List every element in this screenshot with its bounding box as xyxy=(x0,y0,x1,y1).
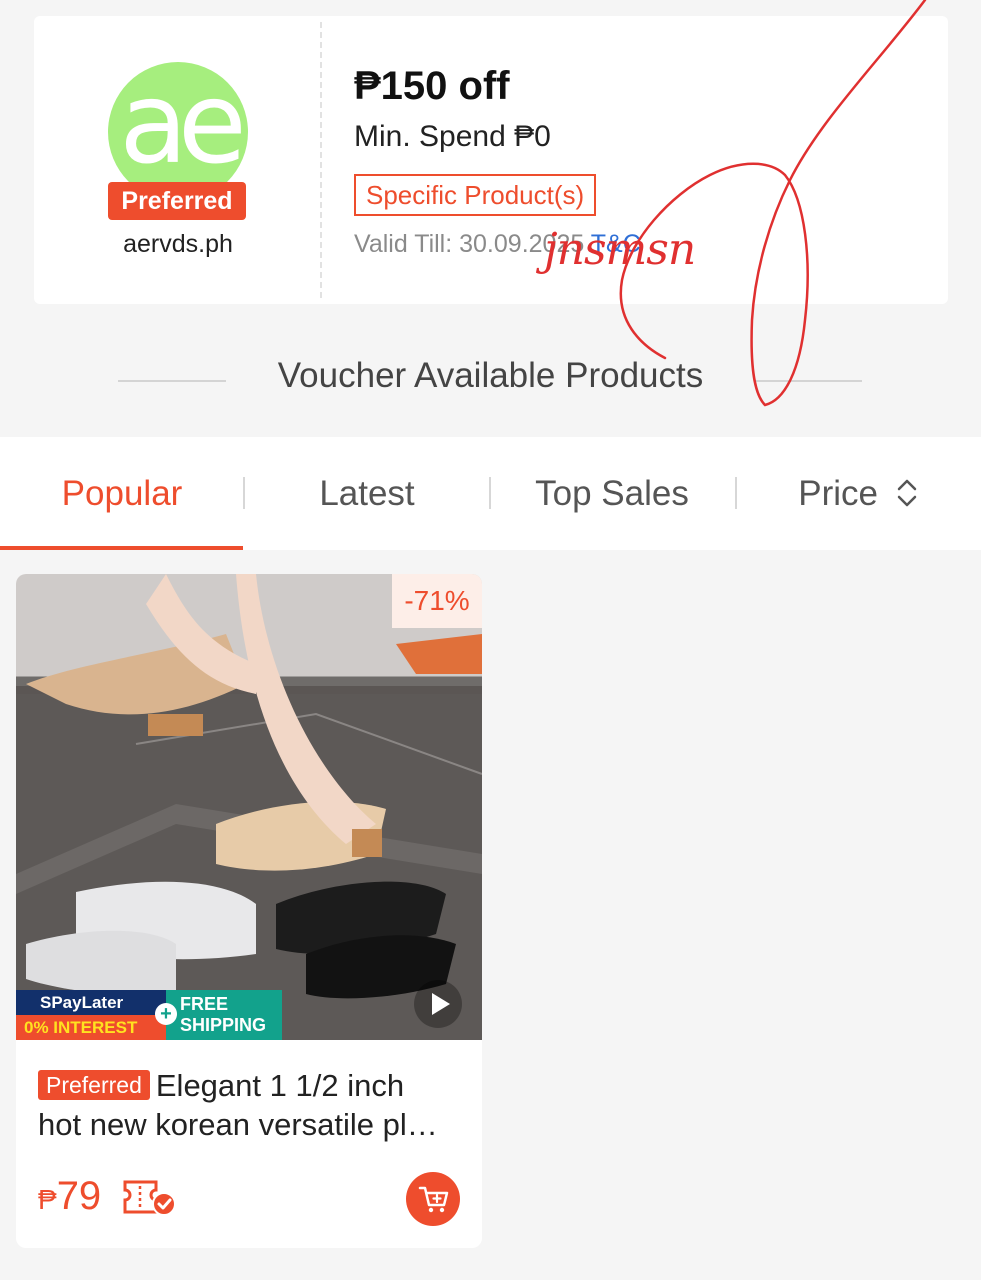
free-shipping-line2: SHIPPING xyxy=(180,1015,267,1035)
price-value: 79 xyxy=(56,1174,102,1218)
free-shipping-line1: FREE xyxy=(180,994,229,1014)
product-card[interactable]: -71% SPayLater 0% INTEREST FREE SHIPPING… xyxy=(16,574,482,1248)
discount-badge: -71% xyxy=(392,574,482,628)
voucher-min-spend: Min. Spend ₱0 xyxy=(354,120,551,153)
tab-popular[interactable]: Popular xyxy=(0,437,244,550)
product-photo-illustration xyxy=(16,574,482,1040)
product-price: ₱79 xyxy=(38,1174,101,1219)
plus-icon: + xyxy=(155,1003,177,1025)
add-to-cart-button[interactable] xyxy=(406,1172,460,1226)
shop-logo-text: ae xyxy=(119,62,247,189)
tab-separator xyxy=(489,477,491,509)
product-title[interactable]: Preferred Elegant 1 1/2 inch hot new kore… xyxy=(38,1066,464,1144)
free-shipping-badge: FREE SHIPPING xyxy=(166,990,282,1040)
product-title-line2: hot new korean versatile pl… xyxy=(38,1107,438,1142)
voucher-card: ae Preferred aervds.ph ₱150 off Min. Spe… xyxy=(28,16,948,304)
sort-icon xyxy=(897,479,916,506)
section-title: Voucher Available Products xyxy=(277,356,704,395)
voucher-discount-title: ₱150 off xyxy=(354,64,510,108)
tab-separator xyxy=(735,477,737,509)
product-title-line1: Elegant 1 1/2 inch xyxy=(155,1068,405,1103)
shop-logo[interactable]: ae xyxy=(108,62,248,202)
spaylater-label: SPayLater xyxy=(16,990,166,1015)
tab-top-sales[interactable]: Top Sales xyxy=(490,437,734,550)
section-line-right xyxy=(754,380,862,382)
voucher-scope-tag: Specific Product(s) xyxy=(354,174,597,216)
handwritten-signature: jnsmsn xyxy=(544,224,696,275)
play-icon[interactable] xyxy=(414,980,462,1028)
tab-price-label: Price xyxy=(798,474,878,513)
tab-latest[interactable]: Latest xyxy=(245,437,489,550)
add-to-cart-icon xyxy=(418,1186,449,1213)
shop-name[interactable]: aervds.ph xyxy=(78,230,278,259)
preferred-badge: Preferred xyxy=(108,182,246,220)
voucher-perforation xyxy=(28,22,40,298)
voucher-divider xyxy=(320,22,322,298)
interest-label: 0% INTEREST xyxy=(16,1015,166,1040)
preferred-badge: Preferred xyxy=(38,1070,150,1100)
tab-separator xyxy=(243,477,245,509)
active-tab-underline xyxy=(0,546,243,550)
tab-price[interactable]: Price xyxy=(736,437,980,550)
currency-symbol: ₱ xyxy=(38,1184,57,1215)
voucher-check-icon xyxy=(123,1180,176,1216)
product-image[interactable]: -71% SPayLater 0% INTEREST FREE SHIPPING… xyxy=(16,574,482,1040)
spaylater-badge: SPayLater 0% INTEREST xyxy=(16,990,166,1040)
